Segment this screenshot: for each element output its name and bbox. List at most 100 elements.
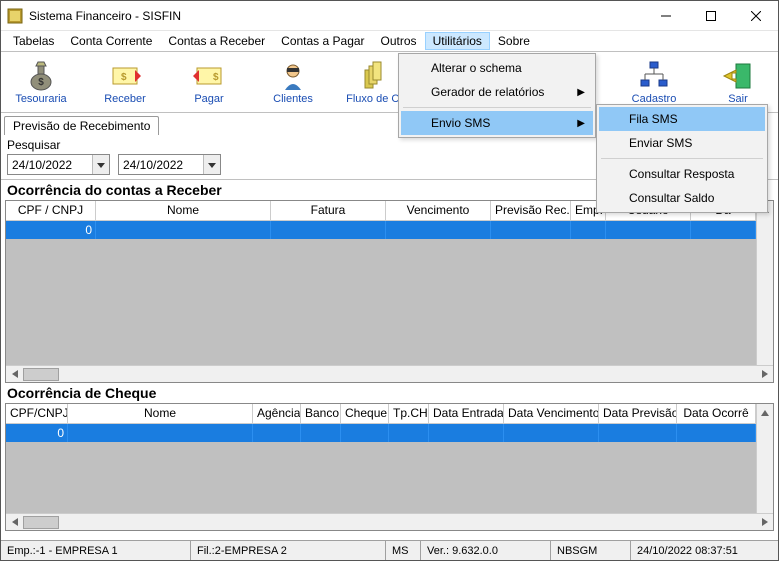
- menu-separator: [601, 158, 763, 159]
- scroll-left-icon[interactable]: [6, 514, 23, 531]
- col2-nome[interactable]: Nome: [68, 404, 253, 423]
- toolbar-cadastro[interactable]: Cadastro: [624, 60, 684, 105]
- col2-agencia[interactable]: Agência: [253, 404, 301, 423]
- date-to-value: 24/10/2022: [119, 158, 203, 172]
- menuitem-enviar-sms[interactable]: Enviar SMS: [599, 131, 765, 155]
- scroll-left-icon[interactable]: [6, 366, 23, 383]
- date-to-input[interactable]: 24/10/2022: [118, 154, 221, 175]
- toolbar-receber-label: Receber: [104, 93, 146, 105]
- cell2-cpf: 0: [6, 424, 68, 442]
- search-label: Pesquisar: [7, 138, 221, 152]
- menuitem-alterar-schema[interactable]: Alterar o schema: [401, 56, 593, 80]
- grid-receber-body[interactable]: 0: [6, 221, 756, 365]
- status-version: Ver.: 9.632.0.0: [421, 541, 551, 560]
- menuitem-gerador-relatorios[interactable]: Gerador de relatórios▶: [401, 80, 593, 104]
- menu-bar: Tabelas Conta Corrente Contas a Receber …: [1, 31, 778, 51]
- cell2-dataocorre: [677, 424, 756, 442]
- col-previsao[interactable]: Previsão Rec.: [491, 201, 571, 220]
- pay-icon: $: [193, 60, 225, 92]
- col2-cpf[interactable]: CPF/CNPJ: [6, 404, 68, 423]
- section2-title: Ocorrência de Cheque: [1, 383, 778, 403]
- status-filial: Fil.:2-EMPRESA 2: [191, 541, 386, 560]
- cell-da: [691, 221, 756, 239]
- col-cpf[interactable]: CPF / CNPJ: [6, 201, 96, 220]
- col2-cheque[interactable]: Cheque: [341, 404, 389, 423]
- date-from-dropdown-icon[interactable]: [92, 155, 109, 174]
- cell2-agencia: [253, 424, 301, 442]
- toolbar-cadastro-label: Cadastro: [632, 93, 677, 105]
- toolbar-clientes-label: Clientes: [273, 93, 313, 105]
- grid-cheque: CPF/CNPJ Nome Agência Banco Cheque Tp.CH…: [5, 403, 774, 531]
- menu-tabelas[interactable]: Tabelas: [5, 32, 62, 50]
- toolbar-tesouraria[interactable]: $ Tesouraria: [11, 60, 71, 105]
- scroll-right-icon[interactable]: [756, 514, 773, 531]
- menuitem-consultar-saldo[interactable]: Consultar Saldo: [599, 186, 765, 210]
- close-button[interactable]: [733, 1, 778, 30]
- cell-fatura: [271, 221, 386, 239]
- menuitem-fila-sms[interactable]: Fila SMS: [599, 107, 765, 131]
- clients-icon: [277, 60, 309, 92]
- cell2-dataentrada: [429, 424, 504, 442]
- dropdown-utilitarios: Alterar o schema Gerador de relatórios▶ …: [398, 53, 596, 138]
- grid-receber-hscroll[interactable]: [6, 365, 773, 382]
- menu-contas-receber[interactable]: Contas a Receber: [160, 32, 273, 50]
- svg-text:$: $: [38, 77, 44, 88]
- menu-separator: [403, 107, 591, 108]
- cell-venc: [386, 221, 491, 239]
- minimize-button[interactable]: [643, 1, 688, 30]
- grid-cheque-hscroll[interactable]: [6, 513, 773, 530]
- col-vencimento[interactable]: Vencimento: [386, 201, 491, 220]
- date-from-value: 24/10/2022: [8, 158, 92, 172]
- menu-outros[interactable]: Outros: [373, 32, 425, 50]
- date-to-dropdown-icon[interactable]: [203, 155, 220, 174]
- grid-cheque-vscroll[interactable]: [756, 404, 773, 513]
- submenu-arrow-icon: ▶: [577, 118, 585, 129]
- hscroll-thumb[interactable]: [23, 368, 59, 381]
- moneybag-icon: $: [25, 60, 57, 92]
- menu-utilitarios[interactable]: Utilitários: [425, 32, 490, 50]
- status-bar: Emp.:-1 - EMPRESA 1 Fil.:2-EMPRESA 2 MS …: [1, 540, 778, 560]
- col2-dataprev[interactable]: Data Previsão: [599, 404, 677, 423]
- col2-tpch[interactable]: Tp.CH: [389, 404, 429, 423]
- cell2-dataprev: [599, 424, 677, 442]
- menu-sobre[interactable]: Sobre: [490, 32, 538, 50]
- col2-datavenc[interactable]: Data Vencimento: [504, 404, 599, 423]
- cell-emp: [571, 221, 606, 239]
- grid-cheque-header: CPF/CNPJ Nome Agência Banco Cheque Tp.CH…: [6, 404, 756, 424]
- svg-text:$: $: [213, 72, 219, 83]
- app-icon: [7, 8, 23, 24]
- menuitem-consultar-resposta[interactable]: Consultar Resposta: [599, 162, 765, 186]
- col2-banco[interactable]: Banco: [301, 404, 341, 423]
- toolbar-receber[interactable]: $ Receber: [95, 60, 155, 105]
- col2-dataocorre[interactable]: Data Ocorrê: [677, 404, 756, 423]
- col-fatura[interactable]: Fatura: [271, 201, 386, 220]
- receive-icon: $: [109, 60, 141, 92]
- scroll-right-icon[interactable]: [756, 366, 773, 383]
- grid-receber: CPF / CNPJ Nome Fatura Vencimento Previs…: [5, 200, 774, 383]
- window-controls: [643, 1, 778, 30]
- menuitem-envio-sms[interactable]: Envio SMS▶: [401, 111, 593, 135]
- col2-dataentrada[interactable]: Data Entrada: [429, 404, 504, 423]
- grid-receber-vscroll[interactable]: [756, 201, 773, 365]
- maximize-button[interactable]: [688, 1, 733, 30]
- scroll-up-icon[interactable]: [757, 404, 773, 421]
- tab-previsao-recebimento[interactable]: Previsão de Recebimento: [4, 116, 159, 135]
- menu-contas-pagar[interactable]: Contas a Pagar: [273, 32, 372, 50]
- cell2-nome: [68, 424, 253, 442]
- grid-cheque-body[interactable]: 0: [6, 424, 756, 513]
- table-row[interactable]: 0: [6, 424, 756, 442]
- toolbar-pagar[interactable]: $ Pagar: [179, 60, 239, 105]
- status-ms: MS: [386, 541, 421, 560]
- date-from-input[interactable]: 24/10/2022: [7, 154, 110, 175]
- table-row[interactable]: 0: [6, 221, 756, 239]
- hscroll-thumb[interactable]: [23, 516, 59, 529]
- toolbar-clientes[interactable]: Clientes: [263, 60, 323, 105]
- col-nome[interactable]: Nome: [96, 201, 271, 220]
- toolbar-sair[interactable]: Sair: [708, 60, 768, 105]
- menu-conta-corrente[interactable]: Conta Corrente: [62, 32, 160, 50]
- exit-icon: [722, 60, 754, 92]
- status-user: NBSGM: [551, 541, 631, 560]
- cell-cpf: 0: [6, 221, 96, 239]
- toolbar-pagar-label: Pagar: [194, 93, 223, 105]
- window-title: Sistema Financeiro - SISFIN: [29, 9, 643, 23]
